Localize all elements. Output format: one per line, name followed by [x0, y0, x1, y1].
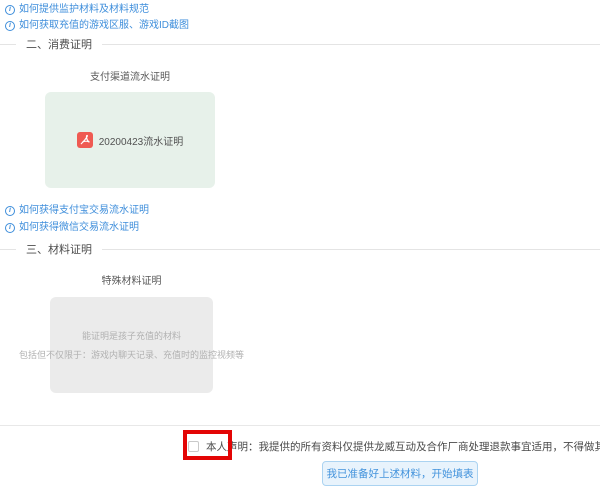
help-link-label: 如何提供监护材料及材料规范 — [19, 3, 149, 16]
upload-label-payment-flow: 支付渠道流水证明 — [45, 68, 215, 83]
declaration-row: 本人声明：我提供的所有资料仅提供龙威互动及合作厂商处理退款事宜适用，不得做其他用… — [188, 439, 600, 454]
help-link-label: 如何获取充值的游戏区服、游戏ID截图 — [19, 19, 189, 32]
file-row: 20200423流水证明 — [77, 132, 184, 148]
section-title-consumption: 二、消费证明 — [16, 36, 102, 52]
dropzone-hint-line1: 能证明是孩子充值的材料 — [82, 329, 181, 342]
info-circle-icon: i — [5, 21, 15, 31]
divider-line — [102, 44, 600, 45]
help-link-guardian-materials[interactable]: i 如何提供监护材料及材料规范 — [5, 3, 149, 16]
divider-line — [0, 44, 16, 45]
declaration-checkbox[interactable] — [188, 441, 199, 452]
section-title-material: 三、材料证明 — [16, 241, 102, 257]
info-circle-icon: i — [5, 206, 15, 216]
help-link-wechat-flow[interactable]: i 如何获得微信交易流水证明 — [5, 221, 139, 234]
section-divider-consumption: 二、消费证明 — [0, 36, 600, 52]
start-form-button[interactable]: 我已准备好上述材料，开始填表 — [322, 461, 478, 486]
help-link-alipay-flow[interactable]: i 如何获得支付宝交易流水证明 — [5, 204, 149, 217]
upload-label-special-material: 特殊材料证明 — [50, 272, 213, 287]
info-circle-icon: i — [5, 223, 15, 233]
info-circle-icon: i — [5, 5, 15, 15]
help-link-game-id-screenshot[interactable]: i 如何获取充值的游戏区服、游戏ID截图 — [5, 19, 189, 32]
pdf-file-icon — [77, 132, 93, 148]
help-link-label: 如何获得支付宝交易流水证明 — [19, 204, 149, 217]
bottom-divider-line — [0, 425, 600, 426]
file-name: 20200423流水证明 — [99, 133, 184, 148]
help-link-label: 如何获得微信交易流水证明 — [19, 221, 139, 234]
section-divider-material: 三、材料证明 — [0, 241, 600, 257]
upload-dropzone-special-material[interactable]: 能证明是孩子充值的材料 包括但不仅限于：游戏内聊天记录、充值时的监控视频等 — [50, 297, 213, 393]
uploaded-file-card[interactable]: 20200423流水证明 — [45, 92, 215, 188]
divider-line — [0, 249, 16, 250]
divider-line — [102, 249, 600, 250]
dropzone-hint-line2: 包括但不仅限于：游戏内聊天记录、充值时的监控视频等 — [19, 348, 244, 361]
declaration-text: 本人声明：我提供的所有资料仅提供龙威互动及合作厂商处理退款事宜适用，不得做其他用… — [206, 439, 600, 454]
